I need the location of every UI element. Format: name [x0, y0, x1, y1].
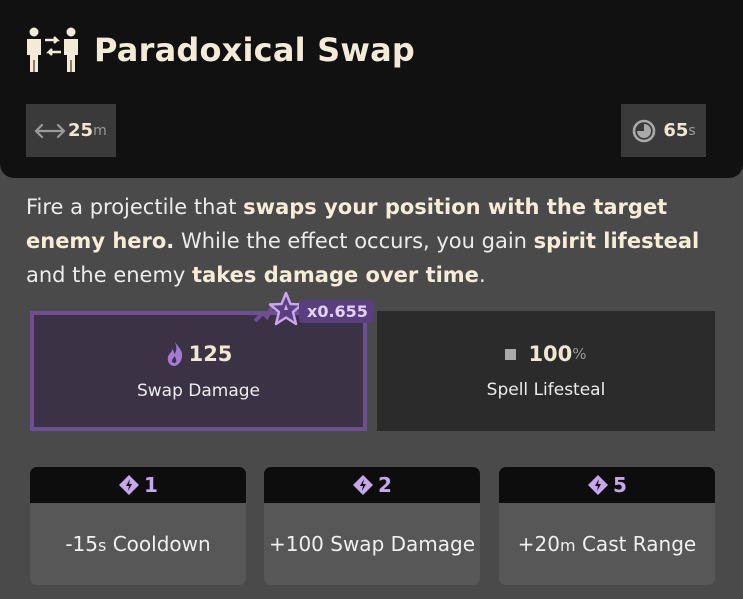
upgrade-tier-2[interactable]: 2 +100 Swap Damage: [264, 467, 480, 585]
square-icon: [505, 348, 517, 360]
range-arrows-icon: [34, 123, 66, 138]
spell-lifesteal-unit: %: [572, 345, 587, 363]
desc-text-1: Fire a projectile that: [26, 195, 244, 219]
desc-text-3: and the enemy: [26, 263, 193, 287]
range-unit: m: [93, 122, 107, 139]
upgrade-tier-1-number: 1: [144, 473, 158, 497]
spell-lifesteal-value: 100: [528, 342, 573, 366]
ability-point-icon: [119, 475, 140, 495]
desc-text-2: While the effect occurs, you gain: [174, 229, 534, 253]
spirit-scaling-badge: x0.655: [253, 291, 374, 329]
spirit-scaling-value: x0.655: [299, 299, 374, 323]
range-stat: 25 m: [26, 104, 116, 157]
ability-description: Fire a projectile that swaps your positi…: [26, 190, 716, 292]
upgrade-5-text-main: +20: [517, 532, 561, 556]
upgrade-tier-2-header: 2: [264, 467, 480, 503]
upgrade-tier-1-header: 1: [30, 467, 246, 503]
upgrade-5-text-post: Cast Range: [575, 532, 697, 556]
range-value: 25: [68, 120, 94, 141]
upgrade-tier-2-number: 2: [378, 473, 392, 497]
ability-header: Paradoxical Swap 25 m 65 s: [0, 0, 743, 178]
ability-point-icon: [588, 475, 609, 495]
desc-text-4: .: [478, 263, 486, 287]
upgrade-1-text-post: Cooldown: [106, 532, 211, 556]
swap-damage-label: Swap Damage: [136, 381, 261, 401]
swap-damage-value: 125: [188, 342, 233, 366]
upgrade-tier-5-header: 5: [499, 467, 715, 503]
spell-lifesteal-label: Spell Lifesteal: [486, 380, 606, 400]
title-row: Paradoxical Swap: [24, 26, 415, 74]
ability-point-icon: [353, 475, 374, 495]
upgrade-5-text-unit: m: [560, 536, 576, 555]
upgrade-tier-1[interactable]: 1 -15s Cooldown: [30, 467, 246, 585]
upgrade-tier-5-text: +20m Cast Range: [499, 503, 715, 585]
swap-damage-property: 125 Swap Damage: [30, 311, 367, 431]
upgrade-2-text-main: +100 Swap Damage: [268, 532, 476, 556]
cooldown-unit: s: [688, 122, 696, 139]
upgrade-tier-1-text: -15s Cooldown: [30, 503, 246, 585]
spirit-flame-icon: [167, 342, 182, 366]
ability-title: Paradoxical Swap: [94, 31, 416, 69]
spell-lifesteal-value-row: 100 %: [505, 342, 587, 366]
swap-people-icon: [27, 27, 78, 72]
upgrade-tier-5-number: 5: [613, 473, 627, 497]
desc-bold-3: takes damage over time: [192, 263, 479, 287]
upgrade-1-text-main: -15: [65, 532, 98, 556]
cooldown-stat: 65 s: [621, 104, 706, 157]
upgrade-tier-5[interactable]: 5 +20m Cast Range: [499, 467, 715, 585]
desc-bold-2: spirit lifesteal: [533, 229, 700, 253]
cooldown-value: 65: [663, 120, 689, 141]
swap-damage-value-row: 125: [165, 341, 233, 367]
cooldown-clock-icon: [633, 119, 656, 142]
spell-lifesteal-property: 100 % Spell Lifesteal: [377, 311, 715, 431]
upgrade-tier-2-text: +100 Swap Damage: [264, 503, 480, 585]
